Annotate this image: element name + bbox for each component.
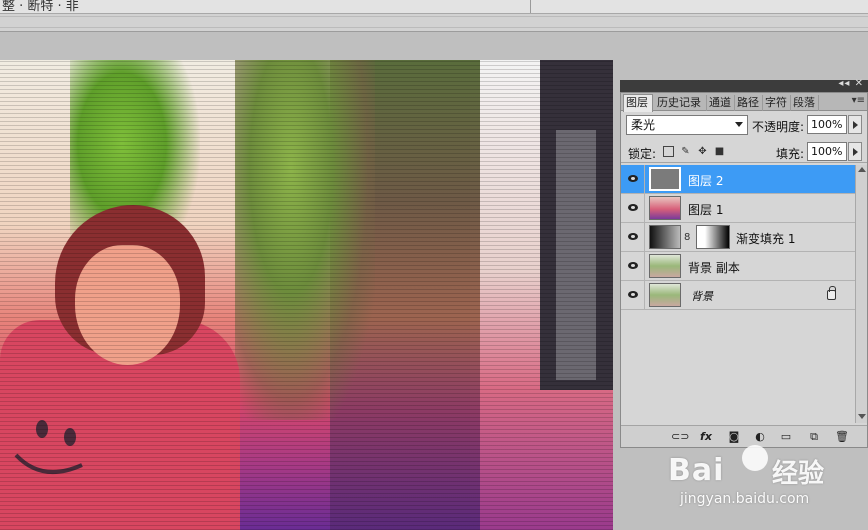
tab-paths[interactable]: 路径	[735, 95, 763, 111]
blend-mode-select[interactable]: 柔光	[626, 115, 748, 135]
gradient-fill-thumbnail	[649, 225, 681, 249]
layer-name: 背景	[691, 290, 713, 303]
lock-position-icon[interactable]: ✥	[697, 146, 708, 157]
layer-row-background[interactable]: 背景	[621, 281, 855, 310]
tab-character[interactable]: 字符	[763, 95, 791, 111]
lock-row: 锁定: ✎ ✥ ■ 填充: 100%	[621, 141, 867, 163]
opacity-label: 不透明度:	[752, 120, 805, 134]
layer-row-background-copy[interactable]: 背景 副本	[621, 252, 855, 281]
fill-label: 填充:	[776, 147, 805, 161]
blend-row: 柔光 不透明度: 100%	[621, 113, 867, 139]
panel-tabs: 图层 历史记录 通道 路径 字符 段落 ▾≡	[621, 93, 867, 112]
tab-layers[interactable]: 图层	[623, 94, 653, 112]
tab-history[interactable]: 历史记录	[655, 95, 707, 111]
layer-thumbnail	[649, 196, 681, 220]
layer-list: 图层 2 图层 1 8 渐变填充 1 背景 副本 背景	[621, 165, 855, 423]
eye-icon[interactable]	[621, 223, 645, 252]
layer-name: 图层 2	[688, 174, 724, 188]
lock-label: 锁定:	[628, 147, 657, 161]
fill-slider-arrow-icon[interactable]	[848, 142, 862, 161]
lock-transparent-pixels-icon[interactable]	[663, 146, 674, 157]
document-canvas-image[interactable]	[0, 60, 613, 530]
panel-title-bar[interactable]: ◂◂ ✕	[620, 78, 868, 92]
layer-thumbnail	[649, 254, 681, 278]
scroll-down-icon[interactable]	[858, 414, 866, 419]
options-bar: 整 · 断特 · 非	[0, 0, 868, 14]
eye-icon[interactable]	[621, 194, 645, 223]
lock-icon	[827, 286, 836, 300]
options-bar-divider	[530, 0, 531, 13]
watermark-logo-text: Bai	[668, 453, 725, 488]
link-chain-icon[interactable]: 8	[684, 232, 690, 243]
tab-channels[interactable]: 通道	[707, 95, 735, 111]
eye-icon[interactable]	[621, 281, 645, 310]
tab-paragraph[interactable]: 段落	[791, 95, 819, 111]
layer-list-scrollbar[interactable]	[855, 165, 867, 423]
panel-menu-icon[interactable]: ▾≡	[852, 95, 865, 106]
layers-panel: 图层 历史记录 通道 路径 字符 段落 ▾≡ 柔光 不透明度: 100% 锁定:…	[620, 92, 868, 448]
layer-row-gradient-fill-1[interactable]: 8 渐变填充 1	[621, 223, 855, 252]
lock-image-pixels-icon[interactable]: ✎	[680, 146, 691, 157]
layer-mask-thumbnail	[696, 225, 730, 249]
opacity-input[interactable]: 100%	[807, 115, 847, 134]
scanline-overlay	[0, 60, 613, 530]
layer-name: 渐变填充 1	[736, 232, 796, 246]
layer-thumbnail	[649, 167, 681, 191]
document-tab-bar	[0, 14, 868, 32]
chevron-down-icon	[735, 122, 743, 127]
opacity-slider-arrow-icon[interactable]	[848, 115, 862, 134]
fill-input[interactable]: 100%	[807, 142, 847, 161]
layer-thumbnail	[649, 283, 681, 307]
watermark-brand-text: 经验	[772, 459, 825, 489]
document-tab-strip	[0, 16, 868, 28]
eye-icon[interactable]	[621, 252, 645, 281]
paw-icon	[742, 445, 768, 471]
eye-icon[interactable]	[621, 165, 645, 194]
watermark-url: jingyan.baidu.com	[680, 491, 810, 507]
baidu-jingyan-watermark: Bai 经验 jingyan.baidu.com	[640, 435, 860, 525]
layer-row-layer-1[interactable]: 图层 1	[621, 194, 855, 223]
layer-row-layer-2[interactable]: 图层 2	[621, 165, 855, 194]
options-bar-fragment: 整 · 断特 · 非	[2, 0, 79, 14]
lock-all-icon[interactable]: ■	[714, 146, 725, 157]
layer-name: 背景 副本	[688, 261, 740, 275]
blend-mode-value: 柔光	[631, 118, 656, 132]
scroll-up-icon[interactable]	[858, 167, 866, 172]
layer-name: 图层 1	[688, 203, 724, 217]
panel-collapse-close-icons[interactable]: ◂◂ ✕	[838, 78, 864, 89]
